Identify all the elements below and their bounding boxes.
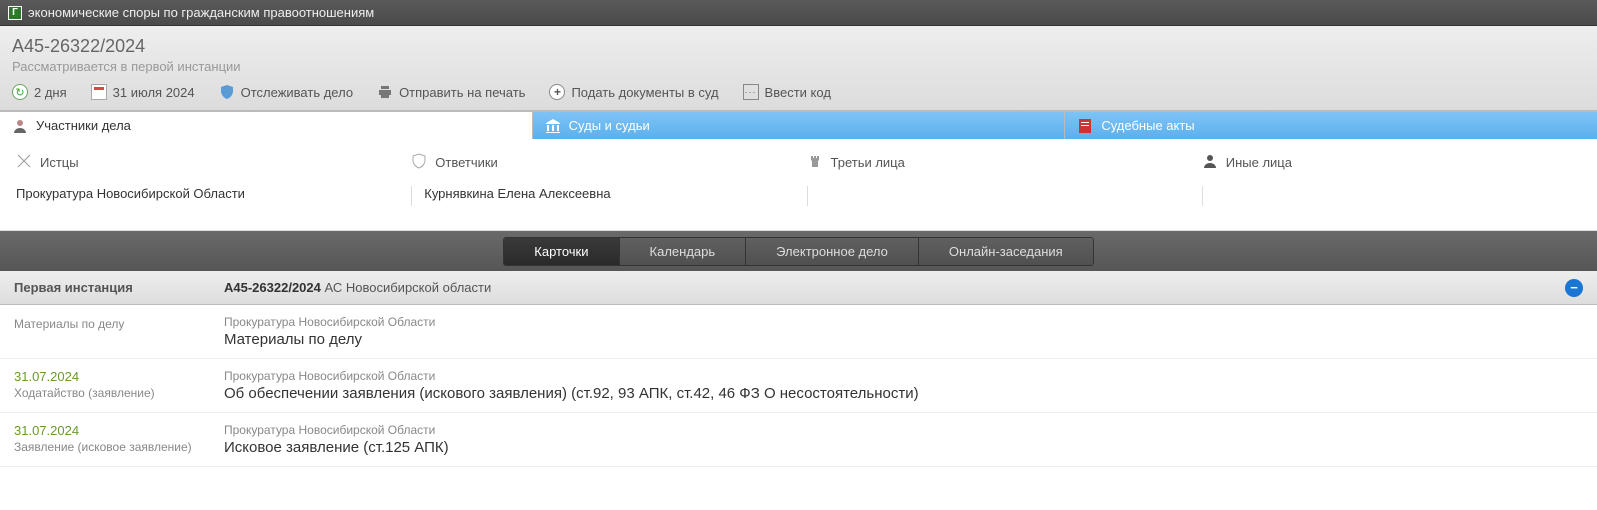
swords-icon <box>16 153 32 172</box>
tab-participants[interactable]: Участники дела <box>0 112 533 139</box>
seg-calendar[interactable]: Календарь <box>620 238 747 265</box>
code-label: Ввести код <box>765 85 831 100</box>
submit-action[interactable]: + Подать документы в суд <box>549 84 718 100</box>
segmented-bar: Карточки Календарь Электронное дело Онла… <box>0 231 1597 271</box>
printer-icon <box>377 84 393 100</box>
other-label: Иные лица <box>1226 155 1292 170</box>
instance-case: А45-26322/2024 АС Новосибирской области <box>224 280 491 295</box>
instance-label: Первая инстанция <box>14 280 224 295</box>
plaintiffs-header: Истцы <box>16 153 395 172</box>
action-bar: 2 дня 31 июля 2024 Отслеживать дело Отпр… <box>12 84 1585 110</box>
tab-acts-label: Судебные акты <box>1101 118 1194 133</box>
instance-header: Первая инстанция А45-26322/2024 АС Новос… <box>0 271 1597 305</box>
doc-org: Прокуратура Новосибирской Области <box>224 369 919 383</box>
window-topbar: Г экономические споры по гражданским пра… <box>0 0 1597 26</box>
case-type-icon: Г <box>8 6 22 20</box>
other-body <box>1202 186 1581 206</box>
date-label: 31 июля 2024 <box>113 85 195 100</box>
shield-icon <box>219 84 235 100</box>
other-column: Иные лица <box>1194 153 1589 206</box>
defendants-label: Ответчики <box>435 155 498 170</box>
case-status: Рассматривается в первой инстанции <box>12 59 1585 74</box>
doc-type: Ходатайство (заявление) <box>14 386 224 400</box>
case-number: А45-26322/2024 <box>12 36 1585 57</box>
plaintiffs-label: Истцы <box>40 155 79 170</box>
doc-org: Прокуратура Новосибирской Области <box>224 423 449 437</box>
seg-online[interactable]: Онлайн-заседания <box>919 238 1093 265</box>
print-action[interactable]: Отправить на печать <box>377 84 525 100</box>
person-icon <box>12 118 28 134</box>
refresh-clock-icon <box>12 84 28 100</box>
defendants-header: Ответчики <box>411 153 790 172</box>
parties-section: Истцы Прокуратура Новосибирской Области … <box>0 139 1597 231</box>
court-icon <box>545 118 561 134</box>
print-label: Отправить на печать <box>399 85 525 100</box>
segmented-control: Карточки Календарь Электронное дело Онла… <box>503 237 1093 266</box>
doc-title: Исковое заявление (ст.125 АПК) <box>224 439 449 456</box>
third-header: Третьи лица <box>807 153 1186 172</box>
watch-action[interactable]: Отслеживать дело <box>219 84 353 100</box>
third-body <box>807 186 1186 206</box>
shield-outline-icon <box>411 153 427 172</box>
third-label: Третьи лица <box>831 155 905 170</box>
seg-ecase[interactable]: Электронное дело <box>746 238 919 265</box>
plaintiffs-column: Истцы Прокуратура Новосибирской Области <box>8 153 403 206</box>
pdf-icon <box>1077 118 1093 134</box>
tab-courts[interactable]: Суды и судьи <box>533 112 1066 139</box>
other-header: Иные лица <box>1202 153 1581 172</box>
days-action[interactable]: 2 дня <box>12 84 67 100</box>
doc-type: Материалы по делу <box>14 317 224 331</box>
plus-icon: + <box>549 84 565 100</box>
tower-icon <box>807 153 823 172</box>
plaintiff-item[interactable]: Прокуратура Новосибирской Области <box>16 186 395 206</box>
collapse-button[interactable]: − <box>1565 279 1583 297</box>
tab-participants-label: Участники дела <box>36 118 131 133</box>
code-action[interactable]: ··· Ввести код <box>743 84 831 100</box>
doc-row[interactable]: 31.07.2024 Ходатайство (заявление) Проку… <box>0 359 1597 413</box>
document-list: Материалы по делу Прокуратура Новосибирс… <box>0 305 1597 467</box>
defendant-item[interactable]: Курнявкина Елена Алексеевна <box>411 186 790 206</box>
tab-courts-label: Суды и судьи <box>569 118 650 133</box>
defendants-column: Ответчики Курнявкина Елена Алексеевна <box>403 153 798 206</box>
doc-type: Заявление (исковое заявление) <box>14 440 224 454</box>
third-column: Третьи лица <box>799 153 1194 206</box>
submit-label: Подать документы в суд <box>571 85 718 100</box>
code-icon: ··· <box>743 84 759 100</box>
days-label: 2 дня <box>34 85 67 100</box>
person-silhouette-icon <box>1202 153 1218 172</box>
doc-date: 31.07.2024 <box>14 369 224 384</box>
seg-cards[interactable]: Карточки <box>504 238 619 265</box>
case-header: А45-26322/2024 Рассматривается в первой … <box>0 26 1597 111</box>
tab-acts[interactable]: Судебные акты <box>1065 112 1597 139</box>
doc-row[interactable]: Материалы по делу Прокуратура Новосибирс… <box>0 305 1597 359</box>
date-action[interactable]: 31 июля 2024 <box>91 84 195 100</box>
case-type-title: экономические споры по гражданским право… <box>28 5 374 20</box>
main-tabs: Участники дела Суды и судьи Судебные акт… <box>0 111 1597 139</box>
watch-label: Отслеживать дело <box>241 85 353 100</box>
doc-date: 31.07.2024 <box>14 423 224 438</box>
doc-org: Прокуратура Новосибирской Области <box>224 315 435 329</box>
calendar-icon <box>91 84 107 100</box>
doc-row[interactable]: 31.07.2024 Заявление (исковое заявление)… <box>0 413 1597 467</box>
doc-title: Материалы по делу <box>224 331 435 348</box>
doc-title: Об обеспечении заявления (искового заявл… <box>224 385 919 402</box>
